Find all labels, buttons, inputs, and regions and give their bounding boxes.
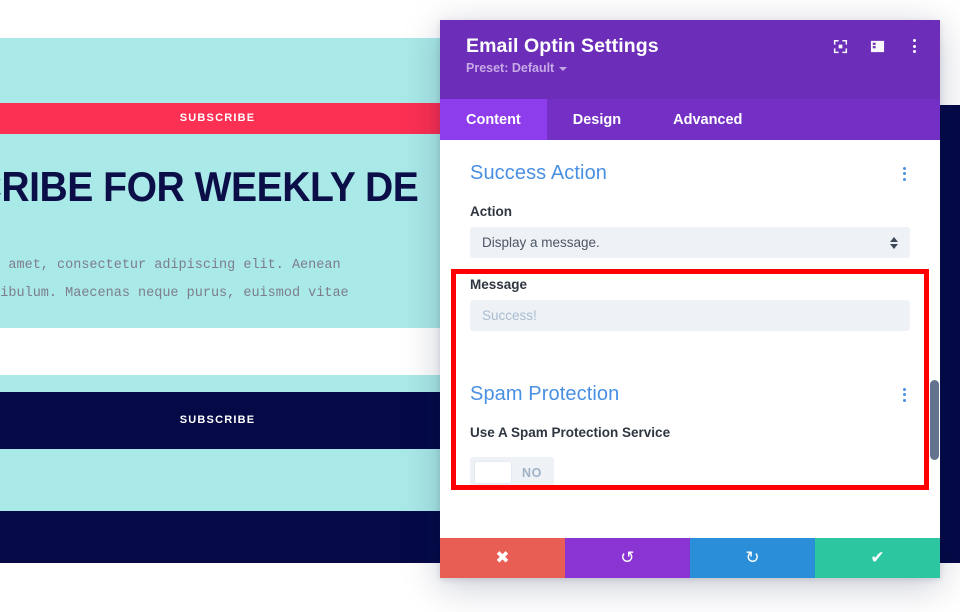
- label-use-spam-protection-service: Use A Spam Protection Service: [470, 425, 671, 440]
- action-select-value: Display a message.: [482, 235, 600, 250]
- cancel-button[interactable]: ✖: [440, 538, 565, 578]
- scrollbar-thumb[interactable]: [930, 380, 939, 460]
- modal-footer: ✖ ↺ ↻ ✔: [440, 538, 940, 578]
- dot: [903, 398, 906, 402]
- section-spam-protection: Spam Protection Use A Spam Protection Se…: [440, 361, 940, 489]
- chevron-up-icon: [890, 236, 898, 242]
- dot: [913, 44, 916, 48]
- section-title-spam-protection: Spam Protection: [470, 383, 620, 405]
- email-optin-settings-modal: Email Optin Settings Preset: Default Con…: [440, 20, 940, 578]
- bg-subscribe-label-1: SUBSCRIBE: [179, 112, 256, 124]
- modal-header: Email Optin Settings Preset: Default: [440, 20, 940, 99]
- preset-label: Preset: Default: [466, 61, 555, 76]
- tab-design[interactable]: Design: [547, 99, 647, 140]
- toggle-knob: [474, 461, 512, 484]
- dot: [903, 166, 906, 170]
- redo-icon: ↻: [745, 547, 760, 568]
- dot: [903, 393, 906, 396]
- preset-selector[interactable]: Preset: Default: [466, 61, 568, 76]
- save-button[interactable]: ✔: [815, 538, 940, 578]
- redo-button[interactable]: ↻: [690, 538, 815, 578]
- section-options-icon[interactable]: [899, 164, 910, 184]
- section-header-success-action: Success Action: [470, 140, 910, 185]
- message-input[interactable]: Success!: [470, 300, 910, 331]
- dot: [903, 387, 906, 391]
- tab-bar: Content Design Advanced: [440, 99, 940, 140]
- toggle-value: NO: [522, 465, 542, 480]
- field-message: Message Success!: [470, 277, 910, 331]
- section-options-icon[interactable]: [899, 385, 910, 405]
- bg-body-line-2: estibulum. Maecenas neque purus, euismod…: [0, 286, 349, 301]
- modal-body: Success Action Action Display a message.: [440, 140, 940, 538]
- bg-navy-right-column: [940, 105, 960, 563]
- chevron-down-icon: [559, 67, 568, 72]
- bg-heading-text: SCRIBE FOR WEEKLY DE: [0, 163, 419, 210]
- more-options-icon[interactable]: [907, 37, 922, 55]
- bg-subscribe-label-2: SUBSCRIBE: [179, 414, 256, 426]
- label-action: Action: [470, 204, 512, 219]
- dot: [913, 50, 916, 53]
- modal-scrollbar[interactable]: [930, 140, 940, 538]
- check-icon: ✔: [870, 547, 885, 568]
- undo-icon: ↺: [620, 547, 635, 568]
- bg-white-right-top: [940, 0, 960, 105]
- dot: [913, 39, 916, 42]
- chevron-down-icon: [890, 243, 898, 249]
- dot: [903, 177, 906, 181]
- label-message: Message: [470, 277, 528, 292]
- dot: [903, 172, 906, 175]
- tab-advanced[interactable]: Advanced: [647, 99, 768, 140]
- close-icon: ✖: [495, 547, 510, 568]
- undo-button[interactable]: ↺: [565, 538, 690, 578]
- tab-content[interactable]: Content: [440, 99, 547, 140]
- focus-target-icon[interactable]: [833, 39, 848, 54]
- section-header-spam-protection: Spam Protection: [470, 361, 910, 406]
- screen: SUBSCRIBE SCRIBE FOR WEEKLY DE sit amet,…: [0, 0, 960, 612]
- field-spam-protection-service: Use A Spam Protection Service NO: [470, 425, 910, 489]
- header-icon-group: [833, 37, 922, 55]
- section-title-success-action: Success Action: [470, 162, 608, 184]
- action-select[interactable]: Display a message.: [470, 227, 910, 258]
- select-stepper-icon: [890, 236, 898, 249]
- layout-panel-icon[interactable]: [870, 39, 885, 54]
- spam-protection-toggle[interactable]: NO: [470, 457, 554, 488]
- bg-body-line-1: sit amet, consectetur adipiscing elit. A…: [0, 258, 341, 273]
- section-success-action: Success Action Action Display a message.: [440, 140, 940, 331]
- field-action: Action Display a message.: [470, 204, 910, 258]
